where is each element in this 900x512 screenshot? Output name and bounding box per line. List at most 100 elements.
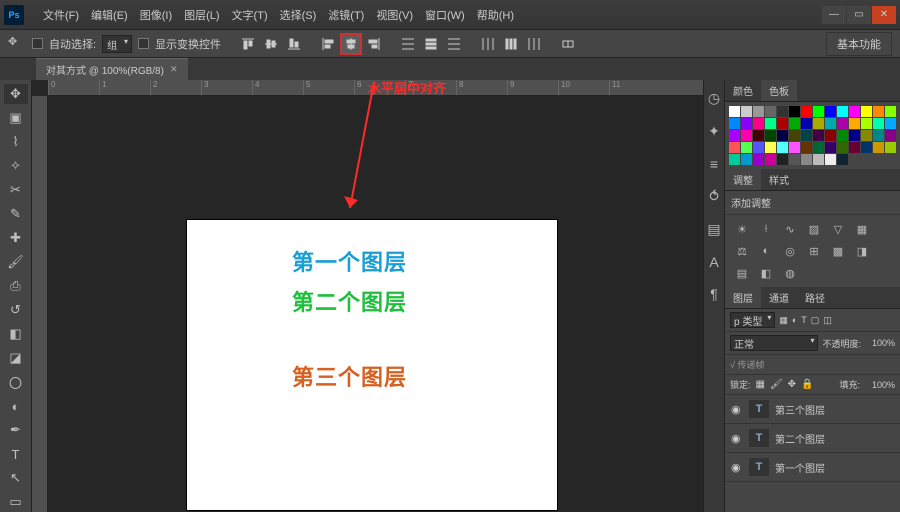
swatch[interactable] [825, 142, 836, 153]
swatch[interactable] [861, 130, 872, 141]
adj-invert-icon[interactable]: ◨ [853, 243, 871, 259]
adj-levels-icon[interactable]: ⟊ [757, 221, 775, 237]
swatch[interactable] [729, 130, 740, 141]
align-top[interactable] [237, 33, 259, 55]
adj-map-icon[interactable]: ◍ [781, 265, 799, 281]
tab-paths[interactable]: 路径 [797, 287, 833, 308]
history-icon[interactable]: ◷ [708, 90, 720, 107]
opacity-value[interactable]: 100% [865, 338, 895, 348]
filter-shape-icon[interactable]: ▢ [811, 315, 820, 326]
swatch[interactable] [765, 106, 776, 117]
dist-top[interactable] [397, 33, 419, 55]
swatch[interactable] [753, 130, 764, 141]
filter-pixel-icon[interactable]: ▦ [779, 315, 788, 326]
dist-left[interactable] [477, 33, 499, 55]
swatch[interactable] [885, 106, 896, 117]
swatch[interactable] [837, 106, 848, 117]
lock-pos-icon[interactable]: ✥ [788, 379, 796, 390]
path-tool[interactable]: ↖ [4, 468, 28, 488]
swatch[interactable] [753, 106, 764, 117]
layer-item[interactable]: ◉ T 第一个图层 [725, 453, 900, 482]
lock-all-icon[interactable]: 🔒 [801, 379, 813, 390]
swatch[interactable] [885, 142, 896, 153]
minimize-button[interactable]: — [822, 6, 846, 24]
para-icon[interactable]: ¶ [710, 286, 718, 302]
history-brush-tool[interactable]: ↺ [4, 300, 28, 320]
document-canvas[interactable]: 第一个图层 第二个图层 第三个图层 [187, 220, 557, 510]
text-layer-3[interactable]: 第三个图层 [292, 360, 407, 392]
close-tab-icon[interactable]: ✕ [170, 64, 178, 75]
workspace-button[interactable]: 基本功能 [826, 32, 892, 56]
swatch[interactable] [837, 118, 848, 129]
autoselect-dropdown[interactable]: 组 [102, 35, 132, 53]
swatch[interactable] [873, 142, 884, 153]
swatch[interactable] [777, 154, 788, 165]
swatch[interactable] [825, 118, 836, 129]
marquee-tool[interactable]: ▣ [4, 108, 28, 128]
adj-poster-icon[interactable]: ▤ [733, 265, 751, 281]
visibility-icon[interactable]: ◉ [731, 461, 743, 474]
layer-name[interactable]: 第一个图层 [775, 460, 825, 475]
swatch[interactable] [825, 106, 836, 117]
menu-type[interactable]: 文字(T) [227, 5, 273, 25]
menu-image[interactable]: 图像(I) [135, 5, 177, 25]
crop-tool[interactable]: ✂ [4, 180, 28, 200]
swatch[interactable] [741, 154, 752, 165]
layer-name[interactable]: 第三个图层 [775, 402, 825, 417]
adj-curves-icon[interactable]: ∿ [781, 221, 799, 237]
adj-mixer-icon[interactable]: ⊞ [805, 243, 823, 259]
transform-checkbox[interactable] [138, 38, 149, 49]
swatch[interactable] [801, 106, 812, 117]
auto-align-icon[interactable] [557, 33, 579, 55]
lasso-tool[interactable]: ⌇ [4, 132, 28, 152]
tab-channels[interactable]: 通道 [761, 287, 797, 308]
swatch[interactable] [885, 130, 896, 141]
swatch[interactable] [765, 130, 776, 141]
pen-tool[interactable]: ✒ [4, 420, 28, 440]
swatch[interactable] [825, 130, 836, 141]
blend-mode-dropdown[interactable]: 正常 [730, 335, 818, 351]
swatches-panel[interactable] [725, 102, 900, 169]
swatch[interactable] [861, 142, 872, 153]
align-vcenter[interactable] [260, 33, 282, 55]
dist-bottom[interactable] [443, 33, 465, 55]
adj-hue-icon[interactable]: ▦ [853, 221, 871, 237]
swatch[interactable] [789, 130, 800, 141]
tab-layers[interactable]: 图层 [725, 287, 761, 308]
lock-pixel-icon[interactable]: 🖌 [770, 379, 783, 390]
swatch[interactable] [741, 142, 752, 153]
dist-hcenter[interactable] [500, 33, 522, 55]
swatch[interactable] [861, 106, 872, 117]
swatch[interactable] [777, 142, 788, 153]
layer-item[interactable]: ◉ T 第二个图层 [725, 424, 900, 453]
shape-tool[interactable]: ▭ [4, 492, 28, 512]
type-tool[interactable]: T [4, 444, 28, 464]
align-bottom[interactable] [283, 33, 305, 55]
menu-file[interactable]: 文件(F) [38, 5, 84, 25]
swatch[interactable] [885, 118, 896, 129]
fill-value[interactable]: 100% [865, 380, 895, 390]
info-icon[interactable]: ▤ [707, 221, 720, 238]
menu-select[interactable]: 选择(S) [275, 5, 322, 25]
properties-icon[interactable]: ✦ [708, 123, 720, 140]
filter-smart-icon[interactable]: ◫ [823, 315, 832, 326]
swatch[interactable] [813, 154, 824, 165]
menu-filter[interactable]: 滤镜(T) [323, 5, 369, 25]
document-tab[interactable]: 对其方式 @ 100%(RGB/8) ✕ [36, 58, 188, 80]
swatch[interactable] [849, 130, 860, 141]
swatch[interactable] [813, 142, 824, 153]
swatch[interactable] [729, 142, 740, 153]
swatch[interactable] [801, 118, 812, 129]
swatch[interactable] [789, 154, 800, 165]
swatch[interactable] [849, 106, 860, 117]
align-left[interactable] [317, 33, 339, 55]
swatch[interactable] [789, 106, 800, 117]
dist-vcenter[interactable] [420, 33, 442, 55]
swatch[interactable] [837, 154, 848, 165]
swatch[interactable] [837, 130, 848, 141]
swatch[interactable] [777, 130, 788, 141]
text-layer-2[interactable]: 第二个图层 [292, 285, 407, 317]
swatch[interactable] [813, 118, 824, 129]
adj-balance-icon[interactable]: ⚖ [733, 243, 751, 259]
adj-brightness-icon[interactable]: ☀ [733, 221, 751, 237]
